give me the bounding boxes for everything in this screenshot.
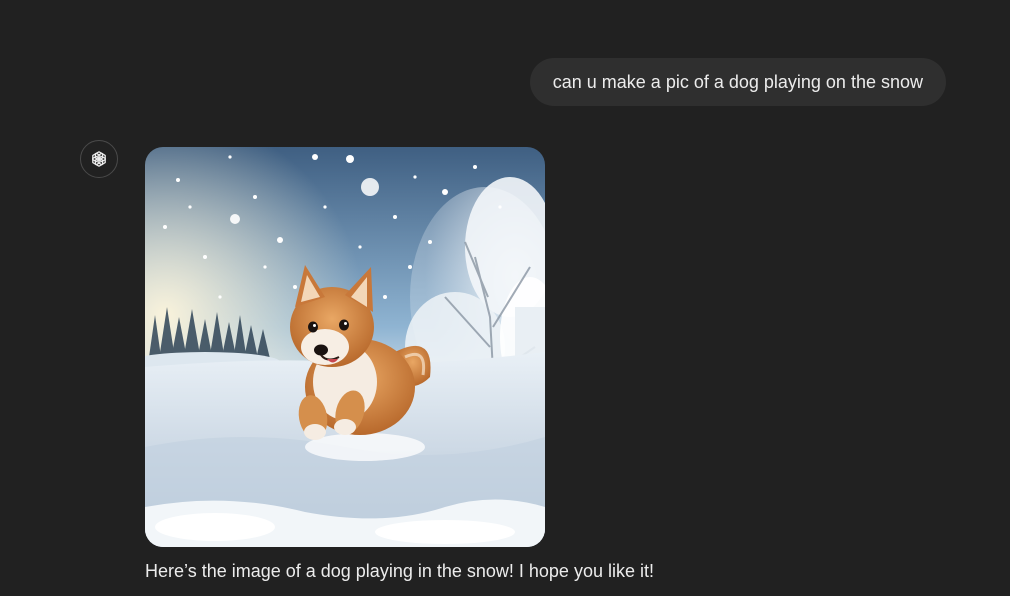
- assistant-avatar: [80, 140, 118, 178]
- user-message-bubble: can u make a pic of a dog playing on the…: [529, 58, 946, 106]
- dog-in-snow-illustration: [145, 147, 545, 547]
- chat-thread: can u make a pic of a dog playing on the…: [0, 0, 1010, 596]
- openai-logo-icon: [92, 151, 106, 167]
- assistant-message-text: Here’s the image of a dog playing in the…: [145, 561, 654, 581]
- generated-image[interactable]: [145, 147, 545, 547]
